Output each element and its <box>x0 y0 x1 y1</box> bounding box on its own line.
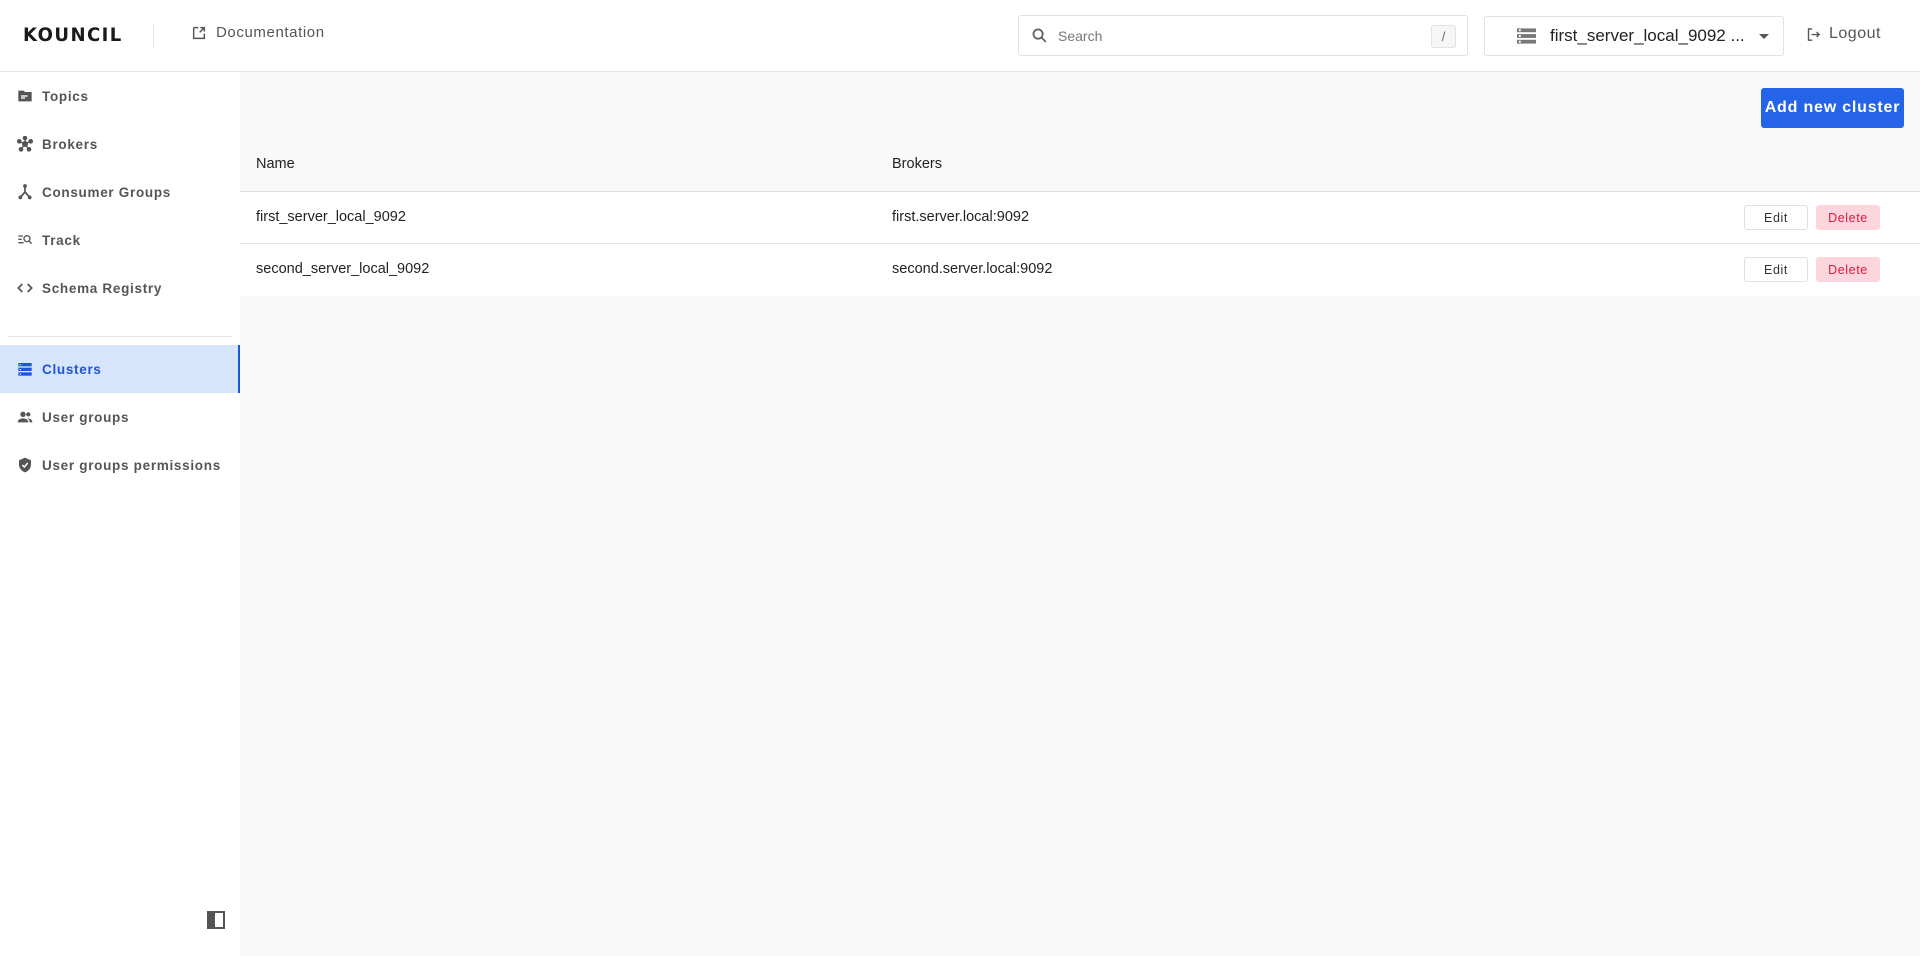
column-header-name: Name <box>256 156 295 172</box>
delete-button[interactable]: Delete <box>1816 257 1880 282</box>
logout-label: Logout <box>1829 25 1881 42</box>
cluster-brokers-cell: second.server.local:9092 <box>892 261 1053 277</box>
sidebar-divider <box>8 336 232 337</box>
merge-icon <box>17 184 33 200</box>
sidebar-item-label: Consumer Groups <box>42 184 172 200</box>
sidebar-item-label: User groups <box>42 409 130 425</box>
sidebar: Topics Brokers Consumer Groups Track Sch… <box>0 72 240 956</box>
hub-icon <box>17 136 33 152</box>
table-row: second_server_local_9092 second.server.l… <box>240 244 1920 296</box>
sidebar-item-brokers[interactable]: Brokers <box>0 120 240 168</box>
chevron-down-icon <box>1759 34 1769 39</box>
search-shortcut-key: / <box>1431 25 1456 48</box>
clusters-table: Name Brokers first_server_local_9092 fir… <box>240 144 1920 296</box>
table-row: first_server_local_9092 first.server.loc… <box>240 192 1920 244</box>
header-divider <box>153 24 154 48</box>
search-input[interactable] <box>1058 27 1418 44</box>
main-content: Add new cluster Name Brokers first_serve… <box>240 72 1920 956</box>
cluster-select-value: first_server_local_9092 ... <box>1550 26 1745 45</box>
documentation-link[interactable]: Documentation <box>191 24 325 41</box>
search-box[interactable]: / <box>1018 15 1468 56</box>
sidebar-item-topics[interactable]: Topics <box>0 72 240 120</box>
track-search-icon <box>17 232 33 248</box>
users-icon <box>17 409 33 425</box>
edit-button[interactable]: Edit <box>1744 205 1808 230</box>
add-new-cluster-button[interactable]: Add new cluster <box>1761 88 1904 128</box>
sidebar-item-track[interactable]: Track <box>0 216 240 264</box>
search-icon <box>1032 28 1047 43</box>
sidebar-item-clusters[interactable]: Clusters <box>0 345 240 393</box>
cluster-select[interactable]: first_server_local_9092 ... <box>1484 16 1784 56</box>
cluster-name-cell: second_server_local_9092 <box>256 261 430 277</box>
folder-icon <box>17 88 33 104</box>
sidebar-item-label: Track <box>42 232 81 248</box>
column-header-brokers: Brokers <box>892 156 942 172</box>
logout-icon <box>1807 27 1821 41</box>
logout-button[interactable]: Logout <box>1806 25 1881 43</box>
sidebar-item-schema-registry[interactable]: Schema Registry <box>0 264 240 312</box>
server-icon <box>1517 28 1536 44</box>
sidebar-item-label: Topics <box>42 88 89 104</box>
sidebar-item-label: Clusters <box>42 361 102 377</box>
delete-button[interactable]: Delete <box>1816 205 1880 230</box>
sidebar-item-label: Schema Registry <box>42 280 163 296</box>
app-logo[interactable]: KOUNCIL <box>23 24 123 46</box>
sidebar-item-consumer-groups[interactable]: Consumer Groups <box>0 168 240 216</box>
sidebar-item-user-groups[interactable]: User groups <box>0 393 240 441</box>
cluster-name-cell: first_server_local_9092 <box>256 209 406 225</box>
cluster-brokers-cell: first.server.local:9092 <box>892 209 1030 225</box>
documentation-label: Documentation <box>216 24 325 41</box>
server-list-icon <box>17 361 33 377</box>
top-bar: KOUNCIL Documentation / first_server_loc… <box>0 0 1920 72</box>
sidebar-item-label: Brokers <box>42 136 98 152</box>
code-icon <box>17 280 33 296</box>
external-link-icon <box>192 26 206 39</box>
table-header: Name Brokers <box>240 144 1920 192</box>
sidebar-item-label: User groups permissions <box>42 457 221 473</box>
shield-check-icon <box>17 457 33 473</box>
edit-button[interactable]: Edit <box>1744 257 1808 282</box>
sidebar-collapse-icon[interactable] <box>207 911 225 929</box>
sidebar-item-user-groups-permissions[interactable]: User groups permissions <box>0 441 240 489</box>
